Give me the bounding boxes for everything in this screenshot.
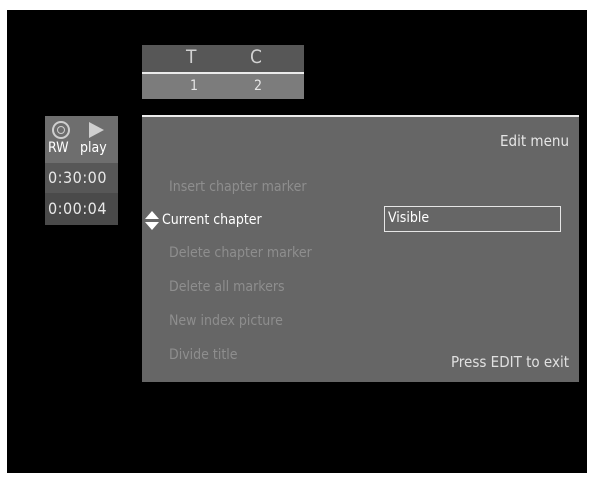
disc-icon: [52, 121, 70, 139]
mode-label: play: [80, 140, 107, 156]
title-chapter-header: T C 1 2: [142, 45, 304, 99]
menu-item-insert-chapter-marker[interactable]: Insert chapter marker: [169, 179, 307, 195]
tv-screen: T C 1 2 RW play 0:30:00 0:00:04 Edit men…: [7, 10, 587, 473]
disc-type-label: RW: [48, 140, 69, 156]
title-number: 1: [190, 78, 199, 94]
menu-item-delete-all-markers[interactable]: Delete all markers: [169, 279, 285, 295]
menu-title: Edit menu: [500, 132, 569, 150]
title-chapter-header-top: T C: [142, 45, 304, 72]
edit-menu-panel: Edit menu Insert chapter marker Current …: [142, 115, 579, 382]
exit-hint: Press EDIT to exit: [450, 353, 569, 371]
playback-status: RW play 0:30:00 0:00:04: [45, 116, 118, 225]
menu-item-divide-title[interactable]: Divide title: [169, 347, 238, 363]
menu-item-new-index-picture[interactable]: New index picture: [169, 313, 283, 329]
elapsed-time-row: 0:00:04: [45, 193, 118, 225]
current-chapter-value: Visible: [388, 210, 430, 226]
play-icon: [89, 122, 104, 138]
chapter-letter: C: [250, 46, 262, 68]
menu-item-delete-chapter-marker[interactable]: Delete chapter marker: [169, 245, 312, 261]
title-letter: T: [186, 46, 197, 68]
total-time-row: 0:30:00: [45, 163, 118, 193]
chapter-number: 2: [254, 78, 263, 94]
current-chapter-value-field[interactable]: Visible: [384, 206, 561, 232]
up-down-arrow-icon: [145, 211, 159, 231]
menu-item-current-chapter[interactable]: Current chapter: [162, 212, 262, 228]
title-chapter-header-bottom: 1 2: [142, 74, 304, 99]
status-icons-area: RW play: [45, 116, 118, 163]
elapsed-time: 0:00:04: [48, 199, 107, 218]
total-time: 0:30:00: [48, 168, 107, 187]
